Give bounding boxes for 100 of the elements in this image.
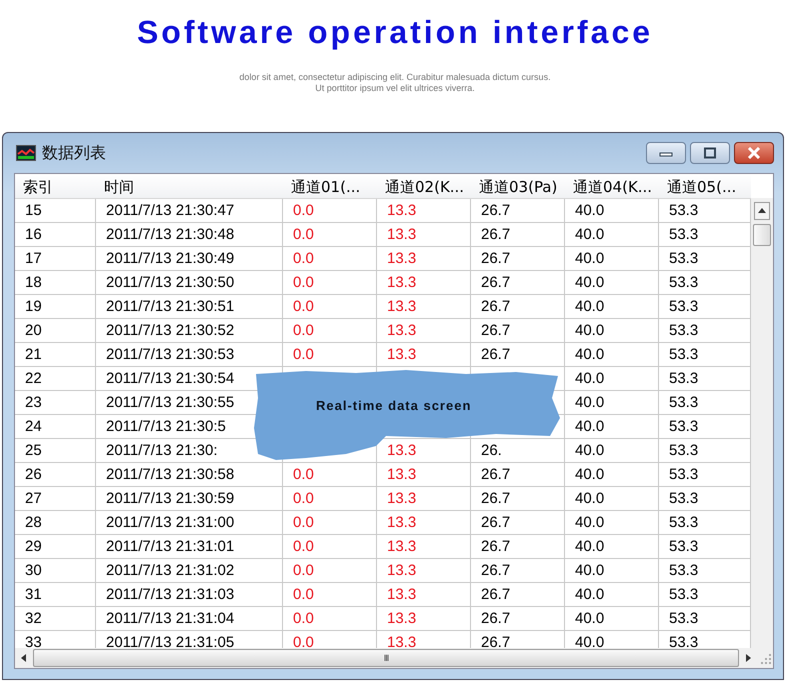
table-cell: 26.7	[481, 226, 510, 243]
table-cell: 53.3	[669, 202, 698, 219]
table-cell: 13.3	[387, 226, 416, 243]
table-cell: 13.3	[387, 202, 416, 219]
table-cell: 0.0	[293, 346, 314, 363]
table-cell: 26.7	[481, 610, 510, 627]
maximize-button[interactable]	[690, 142, 730, 164]
table-cell: 26.7	[481, 586, 510, 603]
table-cell: 0.0	[293, 250, 314, 267]
minimize-button[interactable]	[646, 142, 686, 164]
table-cell: 53.3	[669, 298, 698, 315]
column-header[interactable]: 索引	[15, 174, 96, 198]
table-cell: 13.3	[387, 562, 416, 579]
table-cell: 53.3	[669, 562, 698, 579]
table-cell: 0.0	[293, 514, 314, 531]
table-cell: 2011/7/13 21:31:02	[106, 562, 234, 579]
table-cell: 53.3	[669, 442, 698, 459]
table-cell: 0.0	[293, 538, 314, 555]
table-cell: 40.0	[575, 610, 604, 627]
table-cell: 13.3	[387, 490, 416, 507]
table-cell: 16	[25, 226, 42, 243]
table-cell: 40.0	[575, 538, 604, 555]
table-cell: 13.3	[387, 634, 416, 648]
table-cell: 30	[25, 562, 42, 579]
table-cell: 2011/7/13 21:30:	[106, 442, 218, 459]
table-cell: 26.7	[481, 298, 510, 315]
table-cell: 15	[25, 202, 42, 219]
table-cell: 26.7	[481, 346, 510, 363]
table-cell: 53.3	[669, 610, 698, 627]
table-cell: 40.0	[575, 322, 604, 339]
scroll-thumb[interactable]	[753, 224, 771, 246]
table-cell: 13.3	[387, 298, 416, 315]
column-header[interactable]: 通道02(K...	[377, 174, 471, 198]
table-cell: 13.3	[387, 586, 416, 603]
table-cell: 40.0	[575, 202, 604, 219]
table-cell: 2011/7/13 21:30:49	[106, 250, 234, 267]
close-button[interactable]	[734, 142, 774, 164]
table-cell: 40.0	[575, 250, 604, 267]
table-cell: 53.3	[669, 634, 698, 648]
column-header[interactable]: 通道03(Pa)	[471, 174, 565, 198]
table-cell: 26.	[481, 442, 502, 459]
table-cell: 26	[25, 466, 42, 483]
table-cell: 53.3	[669, 346, 698, 363]
table-cell: 2011/7/13 21:31:04	[106, 610, 234, 627]
table-cell: 32	[25, 610, 42, 627]
table-cell: 0.0	[293, 298, 314, 315]
maximize-icon	[703, 147, 717, 159]
table-cell: 2011/7/13 21:31:01	[106, 538, 234, 555]
table-cell: 40.0	[575, 466, 604, 483]
table-cell: 27	[25, 490, 42, 507]
subtitle-text: Ut porttitor ipsum vel elit ultrices viverra.	[315, 83, 475, 94]
table-cell: 26.7	[481, 538, 510, 555]
chart-icon	[16, 145, 36, 161]
scroll-up-icon[interactable]	[754, 202, 770, 220]
table-cell: 40.0	[575, 490, 604, 507]
table-cell: 13.3	[387, 610, 416, 627]
vertical-scrollbar[interactable]	[751, 198, 773, 648]
table-cell: 26.7	[481, 466, 510, 483]
table-cell: 53.3	[669, 370, 698, 387]
table-cell: 20	[25, 322, 42, 339]
table-cell: 40.0	[575, 274, 604, 291]
table-cell: 2011/7/13 21:30:51	[106, 298, 234, 315]
table-cell: 31	[25, 586, 42, 603]
column-header[interactable]: 时间	[96, 174, 283, 198]
table-cell: 2011/7/13 21:30:47	[106, 202, 234, 219]
table-cell: 13.3	[387, 322, 416, 339]
table-cell: 40.0	[575, 394, 604, 411]
column-header[interactable]: 通道01(...	[283, 174, 377, 198]
table-cell: 13.3	[387, 538, 416, 555]
table-cell: 53.3	[669, 322, 698, 339]
table-cell: 26.7	[481, 634, 510, 648]
table-cell: 2011/7/13 21:30:50	[106, 274, 234, 291]
table-cell: 0.0	[293, 490, 314, 507]
table-cell: 0.0	[293, 586, 314, 603]
table-cell: 19	[25, 298, 42, 315]
table-cell: 13.3	[387, 466, 416, 483]
column-header[interactable]: 通道04(K...	[565, 174, 659, 198]
table-cell: 2011/7/13 21:30:58	[106, 466, 234, 483]
scroll-thumb[interactable]: III	[33, 649, 739, 667]
table-cell: 2011/7/13 21:30:48	[106, 226, 234, 243]
grip-mark: III	[384, 653, 388, 663]
table-cell: 53.3	[669, 418, 698, 435]
table-cell: 2011/7/13 21:30:5	[106, 418, 226, 435]
table-cell: 40.0	[575, 418, 604, 435]
table-cell: 53.3	[669, 514, 698, 531]
table-cell: 53.3	[669, 538, 698, 555]
table-cell: 0.0	[293, 322, 314, 339]
table-cell: 17	[25, 250, 42, 267]
table-cell: 2011/7/13 21:30:55	[106, 394, 234, 411]
table-cell: 26.7	[481, 490, 510, 507]
table-cell: 18	[25, 274, 42, 291]
table-cell: 53.3	[669, 586, 698, 603]
table-cell: 26.7	[481, 250, 510, 267]
close-icon	[747, 147, 761, 159]
column-header[interactable]: 通道05(...	[659, 174, 751, 198]
window-title: 数据列表	[42, 142, 106, 164]
table-cell: 40.0	[575, 370, 604, 387]
table-cell: 40.0	[575, 634, 604, 648]
table-cell: 0.0	[293, 562, 314, 579]
table-cell: 28	[25, 514, 42, 531]
